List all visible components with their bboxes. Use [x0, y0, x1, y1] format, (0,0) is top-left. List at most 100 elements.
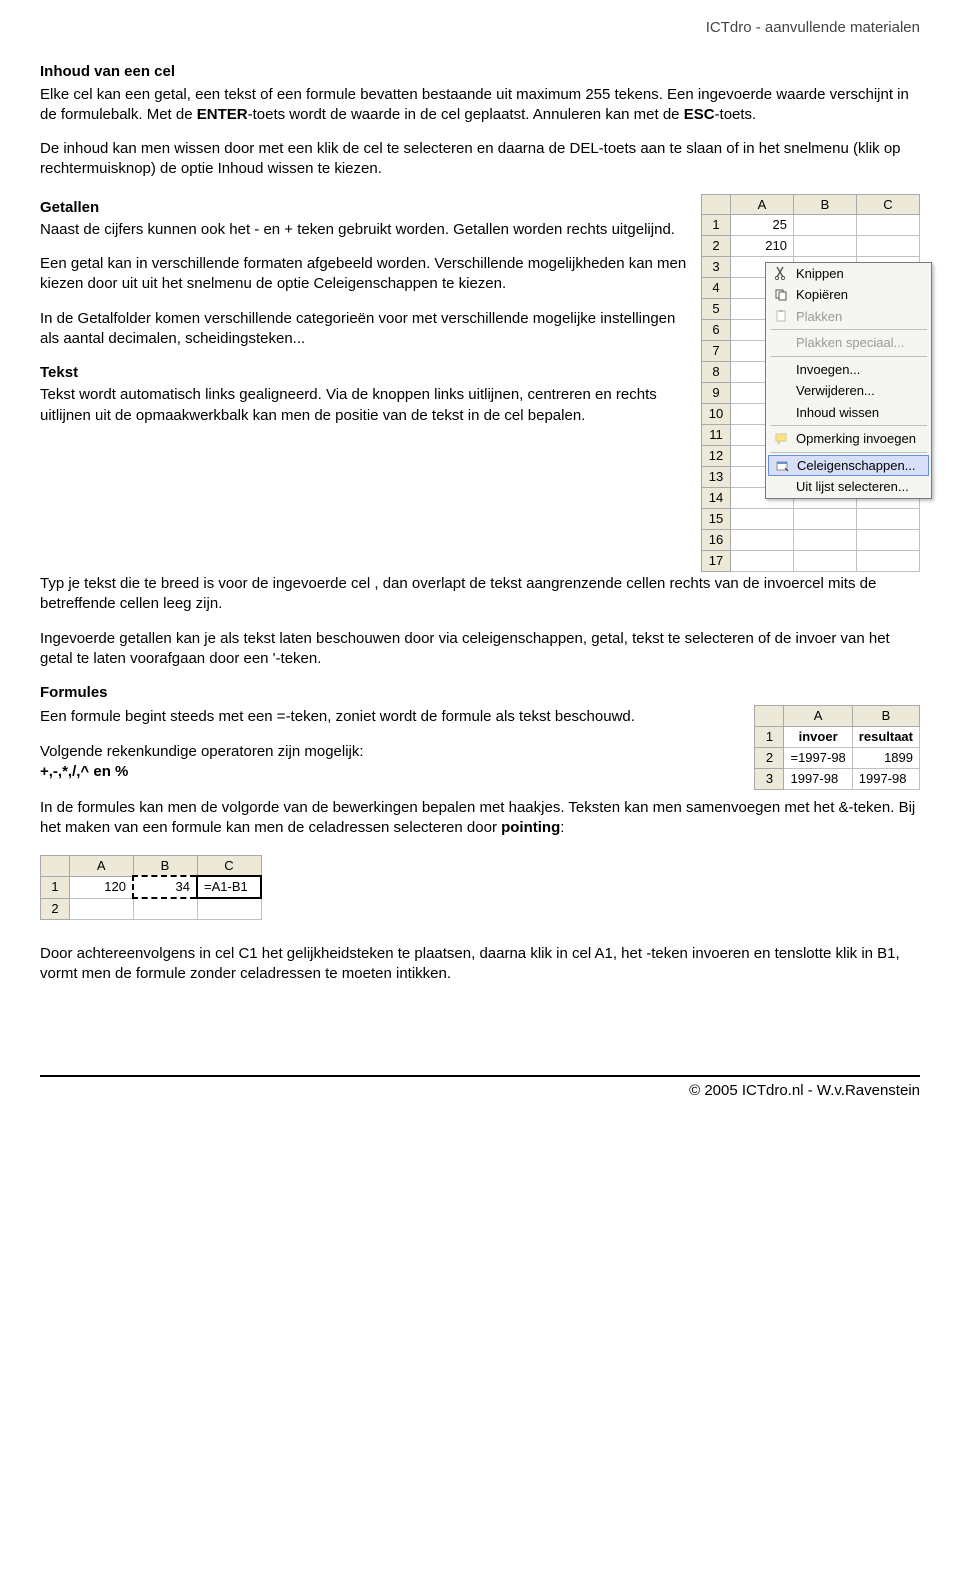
menu-celeigenschappen[interactable]: Celeigenschappen... — [768, 455, 929, 477]
row-head: 11 — [702, 425, 731, 446]
paragraph-tekst-2: Typ je tekst die te breed is voor de ing… — [40, 574, 920, 615]
paste-icon — [772, 308, 790, 324]
row-head: 16 — [702, 530, 731, 551]
row-head: 12 — [702, 446, 731, 467]
menu-separator — [770, 329, 927, 330]
text-pointing: pointing — [501, 819, 560, 836]
row-head: 15 — [702, 509, 731, 530]
cell: 25 — [731, 215, 794, 236]
text: -toets wordt de waarde in de cel geplaat… — [248, 106, 684, 123]
cell: 1997-98 — [784, 768, 852, 789]
spreadsheet-grid-2: A B 1 invoer resultaat 2 =1997-98 1899 3… — [754, 705, 920, 790]
row-head: 17 — [702, 551, 731, 572]
row-head: 7 — [702, 341, 731, 362]
paragraph-getallen-2: Een getal kan in verschillende formaten … — [40, 254, 687, 295]
col-B: B — [852, 706, 919, 727]
menu-verwijderen[interactable]: Verwijderen... — [766, 380, 931, 402]
comment-icon — [772, 431, 790, 447]
menu-plakken-speciaal[interactable]: Plakken speciaal... — [766, 332, 931, 354]
menu-label: Opmerking invoegen — [796, 430, 916, 448]
key-esc: ESC — [684, 106, 715, 123]
cell: resultaat — [852, 726, 919, 747]
paragraph-formule-4: Door achtereenvolgens in cel C1 het geli… — [40, 944, 920, 985]
paragraph-intro: Elke cel kan een getal, een tekst of een… — [40, 85, 920, 126]
row-head: 10 — [702, 404, 731, 425]
row-head: 6 — [702, 320, 731, 341]
menu-label: Inhoud wissen — [796, 404, 879, 422]
row-head: 2 — [41, 898, 70, 920]
menu-label: Kopiëren — [796, 286, 848, 304]
paragraph-tekst-1: Tekst wordt automatisch links gealigneer… — [40, 385, 687, 426]
menu-label: Celeigenschappen... — [797, 457, 916, 475]
row-head: 1 — [755, 726, 784, 747]
cell: 120 — [70, 876, 134, 898]
cell: 210 — [731, 236, 794, 257]
row-head: 3 — [755, 768, 784, 789]
h1-inhoud: Inhoud van een cel — [40, 62, 920, 82]
menu-kopieren[interactable]: Kopiëren — [766, 284, 931, 306]
col-A: A — [731, 194, 794, 215]
text: -toets. — [715, 106, 757, 123]
paragraph-tekst-3: Ingevoerde getallen kan je als tekst lat… — [40, 629, 920, 670]
menu-label: Uit lijst selecteren... — [796, 478, 909, 496]
menu-opmerking[interactable]: Opmerking invoegen — [766, 428, 931, 450]
h2-getallen: Getallen — [40, 198, 687, 218]
corner-cell — [755, 706, 784, 727]
text: In de formules kan men de volgorde van d… — [40, 799, 915, 836]
cell-formula: =A1-B1 — [197, 876, 261, 898]
menu-plakken[interactable]: Plakken — [766, 306, 931, 328]
row-head: 2 — [755, 747, 784, 768]
paragraph-wissen: De inhoud kan men wissen door met een kl… — [40, 139, 920, 180]
h2-tekst: Tekst — [40, 363, 687, 383]
blank-icon — [772, 479, 790, 495]
menu-inhoud-wissen[interactable]: Inhoud wissen — [766, 402, 931, 424]
blank-icon — [772, 335, 790, 351]
row-head: 13 — [702, 467, 731, 488]
page-footer: © 2005 ICTdro.nl - W.v.Ravenstein — [40, 1075, 920, 1101]
spreadsheet-grid-3: A B C 1 120 34 =A1-B1 2 — [40, 855, 262, 921]
col-B: B — [794, 194, 857, 215]
menu-label: Verwijderen... — [796, 382, 875, 400]
menu-label: Knippen — [796, 265, 844, 283]
cell: invoer — [784, 726, 852, 747]
row-head: 9 — [702, 383, 731, 404]
menu-invoegen[interactable]: Invoegen... — [766, 359, 931, 381]
paragraph-getallen-3: In de Getalfolder komen verschillende ca… — [40, 309, 687, 350]
h2-formules: Formules — [40, 683, 920, 703]
row-head: 14 — [702, 488, 731, 509]
row-head: 5 — [702, 299, 731, 320]
paragraph-formule-2: Volgende rekenkundige operatoren zijn mo… — [40, 742, 740, 762]
menu-uit-lijst[interactable]: Uit lijst selecteren... — [766, 476, 931, 498]
paragraph-getallen-1: Naast de cijfers kunnen ook het - en + t… — [40, 220, 687, 240]
menu-separator — [770, 356, 927, 357]
menu-label: Plakken — [796, 308, 842, 326]
menu-separator — [770, 452, 927, 453]
row-head: 2 — [702, 236, 731, 257]
corner-cell — [702, 194, 731, 215]
corner-cell — [41, 855, 70, 876]
row-head: 1 — [702, 215, 731, 236]
row-head: 4 — [702, 278, 731, 299]
blank-icon — [772, 405, 790, 421]
context-menu[interactable]: Knippen Kopiëren Plakken Plakken speciaa… — [765, 262, 932, 499]
copy-icon — [772, 287, 790, 303]
paragraph-formule-ops: +,-,*,/,^ en % — [40, 762, 740, 782]
menu-label: Invoegen... — [796, 361, 860, 379]
cell: 1899 — [852, 747, 919, 768]
row-head: 3 — [702, 257, 731, 278]
paragraph-formule-1: Een formule begint steeds met een =-teke… — [40, 707, 740, 727]
col-B: B — [133, 855, 197, 876]
col-C: C — [197, 855, 261, 876]
cut-icon — [772, 265, 790, 281]
paragraph-formule-3: In de formules kan men de volgorde van d… — [40, 798, 920, 839]
col-A: A — [70, 855, 134, 876]
row-head: 8 — [702, 362, 731, 383]
col-C: C — [857, 194, 920, 215]
key-enter: ENTER — [197, 106, 248, 123]
menu-knippen[interactable]: Knippen — [766, 263, 931, 285]
blank-icon — [772, 361, 790, 377]
page-header-right: ICTdro - aanvullende materialen — [40, 18, 920, 38]
col-A: A — [784, 706, 852, 727]
cell-dashed: 34 — [133, 876, 197, 898]
text: : — [560, 819, 564, 836]
